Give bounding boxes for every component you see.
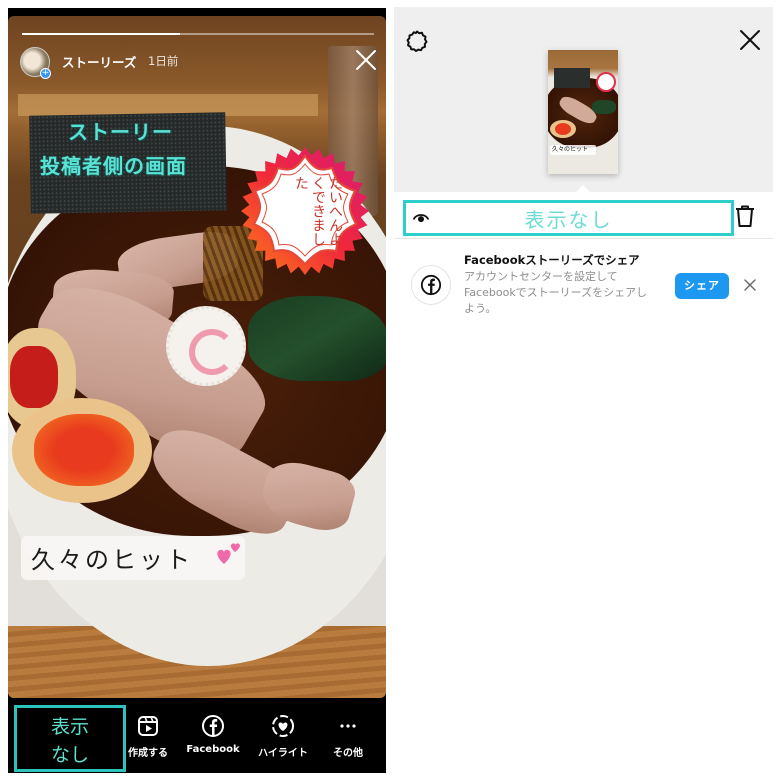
- add-story-plus-icon[interactable]: +: [40, 68, 51, 79]
- story-thumbnail[interactable]: 久々のヒット: [548, 50, 618, 174]
- close-icon[interactable]: [354, 48, 378, 72]
- facebook-card-title: Facebookストーリーズでシェア: [464, 253, 640, 267]
- story-photo[interactable]: + ストーリーズ 1日前 ストーリー 投稿者側の画面 たいへんよくできました 久…: [8, 16, 386, 698]
- thumb-egg: [550, 120, 576, 138]
- viewer-sheet-panel: 久々のヒット 表示なし Facebookストーリーズでシェア アカウントセンター…: [394, 7, 773, 773]
- annotation-line-2: 投稿者側の画面: [40, 154, 187, 178]
- facebook-label: Facebook: [186, 744, 240, 755]
- facebook-share-card: Facebookストーリーズでシェア アカウントセンターを設定してFaceboo…: [394, 247, 773, 327]
- views-row: 表示なし: [394, 192, 773, 239]
- facebook-card-description: アカウントセンターを設定してFacebookでストーリーズをシェアしよう。: [464, 270, 648, 315]
- close-icon[interactable]: [738, 28, 762, 52]
- thumb-nori: [554, 68, 590, 88]
- photo-naruto: [166, 306, 246, 386]
- two-hearts-icon: [217, 543, 240, 564]
- share-button[interactable]: シェア: [675, 273, 729, 299]
- thumb-spinach: [592, 100, 616, 114]
- trash-icon[interactable]: [734, 204, 756, 228]
- story-caption: 久々のヒット: [31, 546, 193, 574]
- highlight-label: ハイライト: [258, 748, 308, 759]
- no-views-label: 表示なし: [524, 208, 613, 232]
- more-label: その他: [333, 748, 363, 759]
- story-username[interactable]: ストーリーズ: [62, 52, 136, 71]
- facebook-icon: [202, 715, 224, 737]
- highlight-button[interactable]: ハイライト: [248, 714, 318, 759]
- more-button[interactable]: その他: [313, 714, 383, 759]
- story-timestamp: 1日前: [148, 54, 179, 68]
- story-progress-fill: [22, 33, 181, 35]
- thumb-caption: 久々のヒット: [550, 145, 596, 155]
- create-label: 作成する: [128, 748, 168, 759]
- thumb-sticker: [596, 72, 616, 92]
- photo-spinach: [248, 296, 386, 381]
- highlight-heart-icon: [272, 715, 294, 737]
- create-button[interactable]: 作成する: [113, 714, 183, 759]
- dismiss-icon[interactable]: [743, 278, 757, 292]
- photo-egg: [12, 398, 152, 503]
- settings-gear-icon[interactable]: [405, 29, 429, 53]
- story-progress-bar: [22, 33, 374, 35]
- story-action-bar: 表示 なし 作成する Facebook ハイライト その他: [8, 698, 386, 773]
- annotation-line-1: ストーリー: [68, 120, 173, 144]
- views-highlight-box[interactable]: 表示なし: [403, 200, 734, 236]
- facebook-icon: [420, 274, 442, 296]
- more-dots-icon: [340, 724, 356, 728]
- facebook-share-button[interactable]: Facebook: [178, 714, 248, 755]
- no-views-label: 表示なし: [50, 716, 89, 766]
- reels-create-icon: [138, 716, 158, 736]
- story-viewer-panel: + ストーリーズ 1日前 ストーリー 投稿者側の画面 たいへんよくできました 久…: [8, 8, 386, 773]
- views-highlight-box[interactable]: 表示なし: [14, 705, 126, 772]
- sticker-text: たいへんよくできました: [293, 176, 343, 246]
- story-preview-area: 久々のヒット: [394, 7, 773, 194]
- facebook-icon-circle: [411, 265, 451, 305]
